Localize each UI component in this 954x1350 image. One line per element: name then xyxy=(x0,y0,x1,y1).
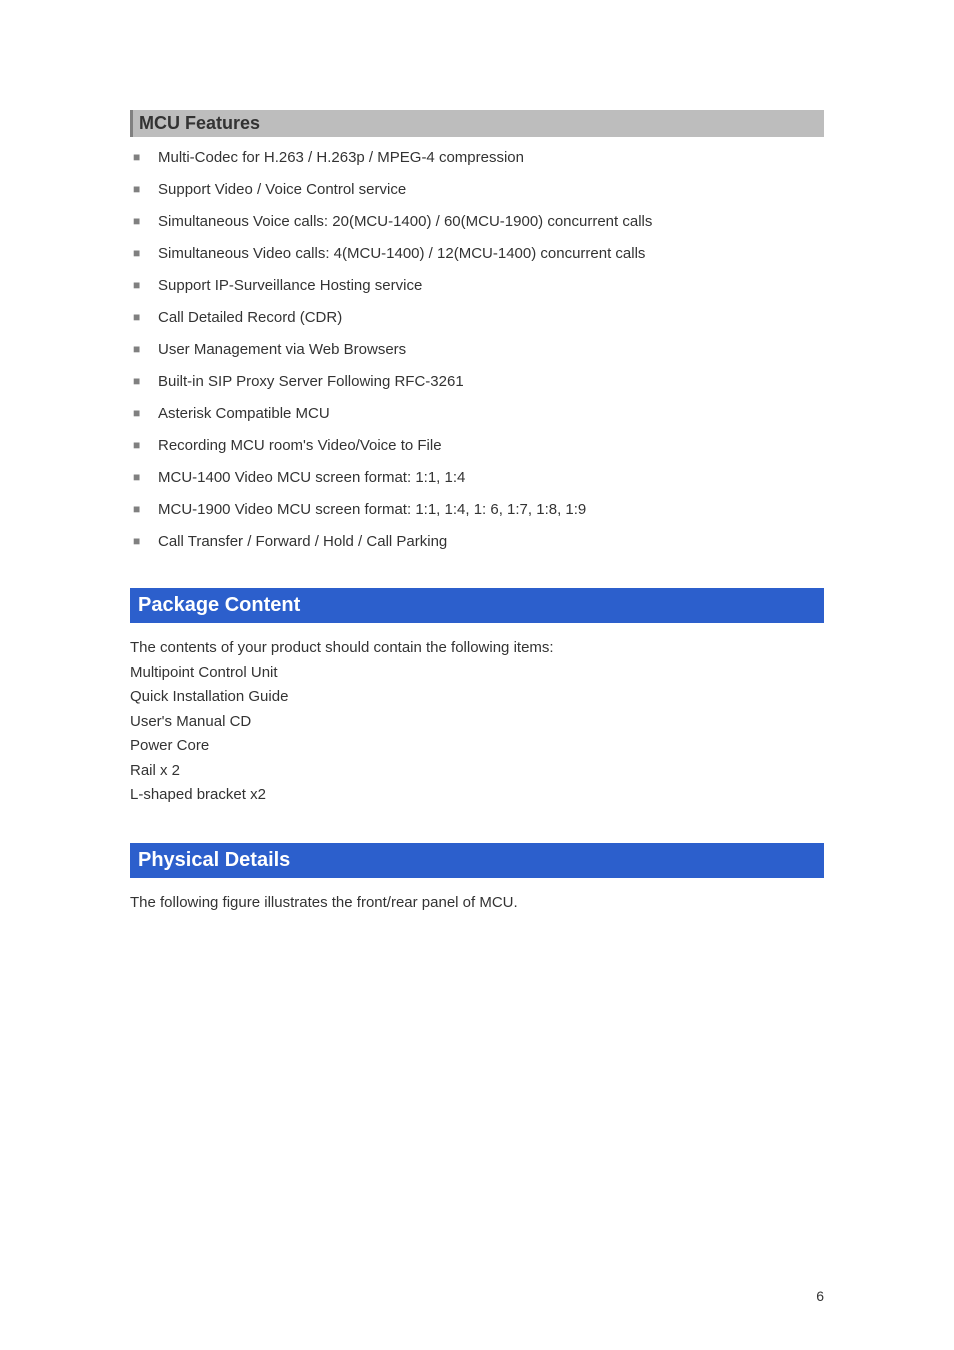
list-item: Recording MCU room's Video/Voice to File xyxy=(130,435,824,456)
heading-package-content: Package Content xyxy=(130,588,824,623)
body-text: Multipoint Control Unit xyxy=(130,662,824,685)
body-text: The following figure illustrates the fro… xyxy=(130,892,824,915)
body-text: User's Manual CD xyxy=(130,711,824,734)
list-item: Simultaneous Video calls: 4(MCU-1400) / … xyxy=(130,243,824,264)
list-item: Built-in SIP Proxy Server Following RFC-… xyxy=(130,371,824,392)
list-item: Support IP-Surveillance Hosting service xyxy=(130,275,824,296)
body-text: Power Core xyxy=(130,735,824,758)
list-item: Simultaneous Voice calls: 20(MCU-1400) /… xyxy=(130,211,824,232)
page-container: MCU Features Multi-Codec for H.263 / H.2… xyxy=(0,0,954,1350)
page-number: 6 xyxy=(816,1288,824,1304)
list-item: Call Transfer / Forward / Hold / Call Pa… xyxy=(130,531,824,552)
heading-mcu-features: MCU Features xyxy=(130,110,824,137)
mcu-features-list: Multi-Codec for H.263 / H.263p / MPEG-4 … xyxy=(130,147,824,552)
list-item: User Management via Web Browsers xyxy=(130,339,824,360)
body-text: Quick Installation Guide xyxy=(130,686,824,709)
list-item: MCU-1400 Video MCU screen format: 1:1, 1… xyxy=(130,467,824,488)
list-item: Call Detailed Record (CDR) xyxy=(130,307,824,328)
body-text: Rail x 2 xyxy=(130,760,824,783)
list-item: Asterisk Compatible MCU xyxy=(130,403,824,424)
list-item: Multi-Codec for H.263 / H.263p / MPEG-4 … xyxy=(130,147,824,168)
body-text: L-shaped bracket x2 xyxy=(130,784,824,807)
body-text: The contents of your product should cont… xyxy=(130,637,824,660)
list-item: Support Video / Voice Control service xyxy=(130,179,824,200)
heading-physical-details: Physical Details xyxy=(130,843,824,878)
list-item: MCU-1900 Video MCU screen format: 1:1, 1… xyxy=(130,499,824,520)
